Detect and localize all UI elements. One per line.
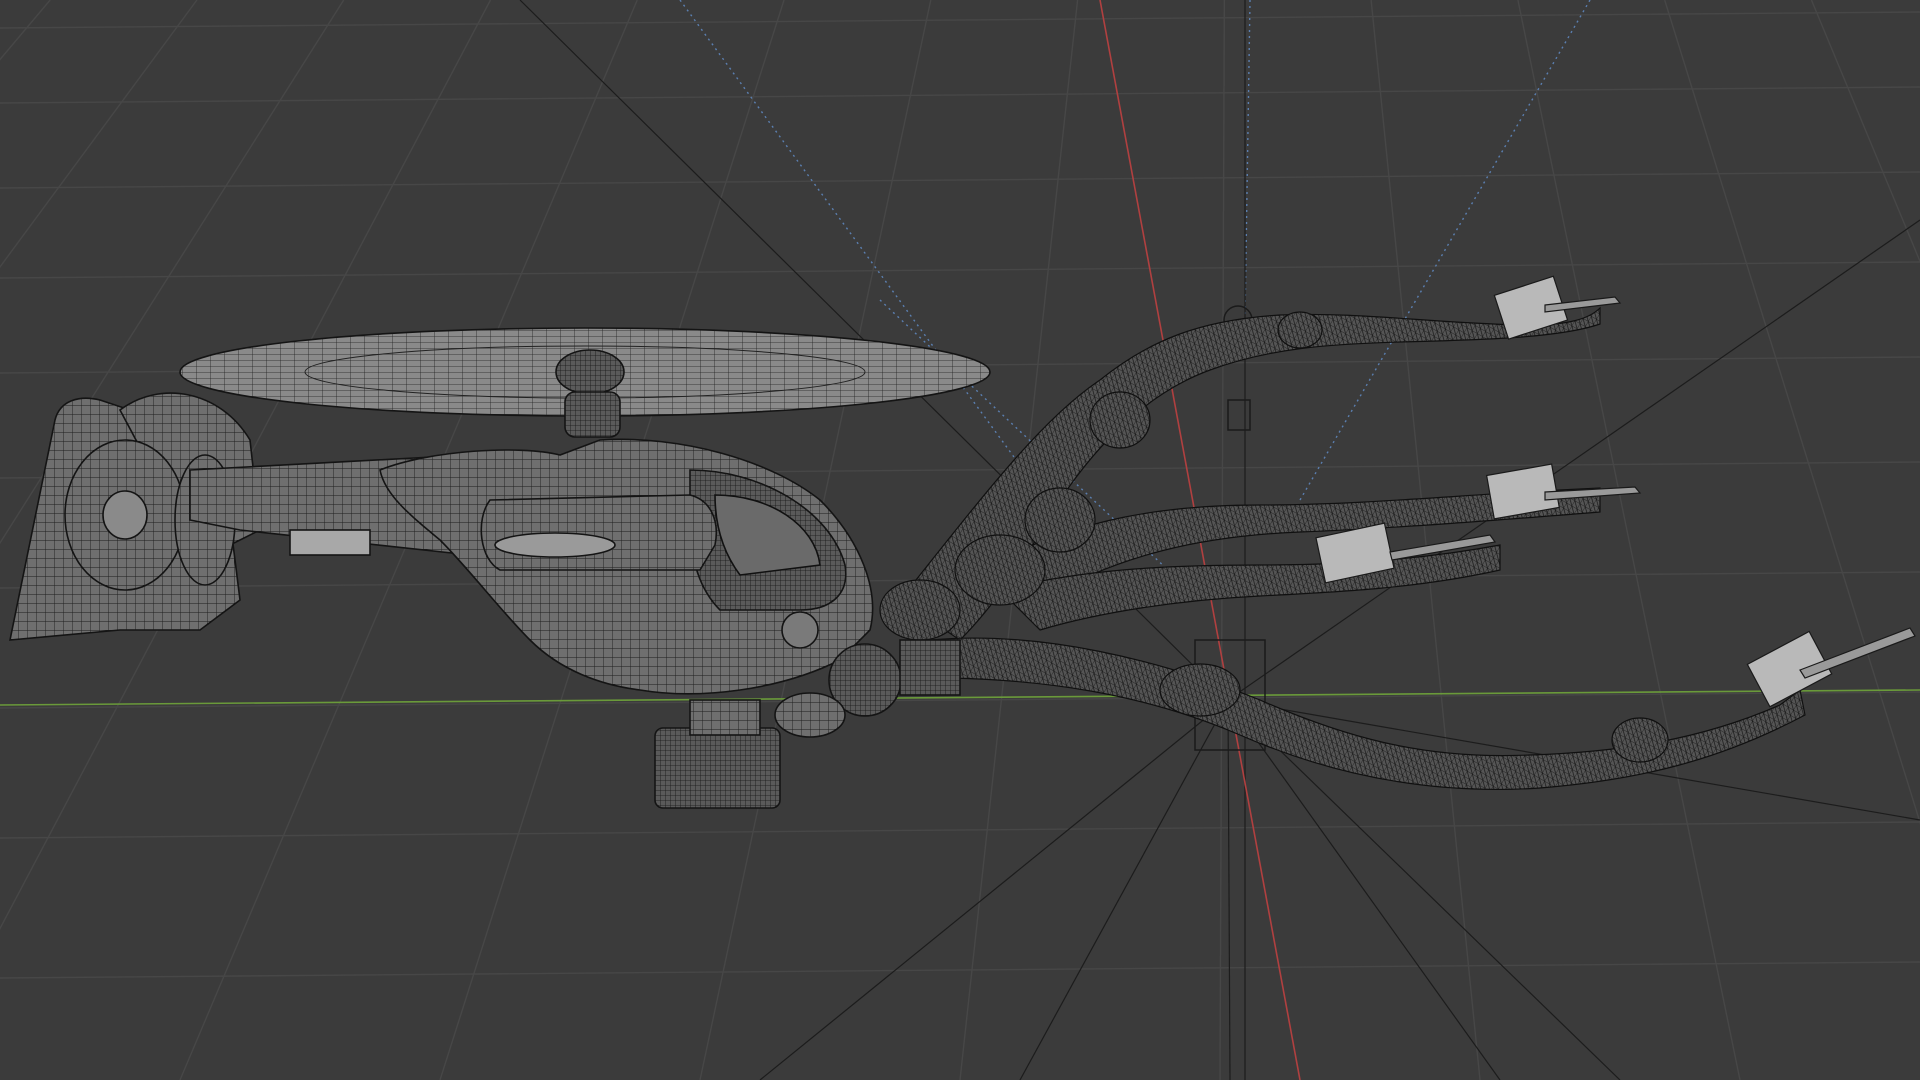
gun-pod (899, 639, 961, 696)
grid-line (1810, 0, 1920, 264)
grid-line (1664, 0, 1920, 825)
engine-pod (480, 494, 717, 571)
rotor-hub (555, 349, 625, 395)
grid-line (0, 261, 1920, 279)
3d-viewport[interactable] (0, 0, 1920, 1080)
viewport-scene[interactable] (0, 0, 1920, 1080)
grid-line (1517, 0, 1741, 1080)
smoke-trail-lower (929, 637, 1806, 791)
grid-line (0, 11, 1920, 29)
grid-line (0, 961, 1920, 979)
grid-line (1219, 0, 1226, 1080)
grid-line (0, 86, 1920, 104)
helicopter[interactable] (9, 327, 991, 809)
grid-line (0, 171, 1920, 189)
rotor-mast (564, 391, 621, 438)
missile-4 (1746, 627, 1916, 708)
cargo-pod (654, 727, 781, 809)
